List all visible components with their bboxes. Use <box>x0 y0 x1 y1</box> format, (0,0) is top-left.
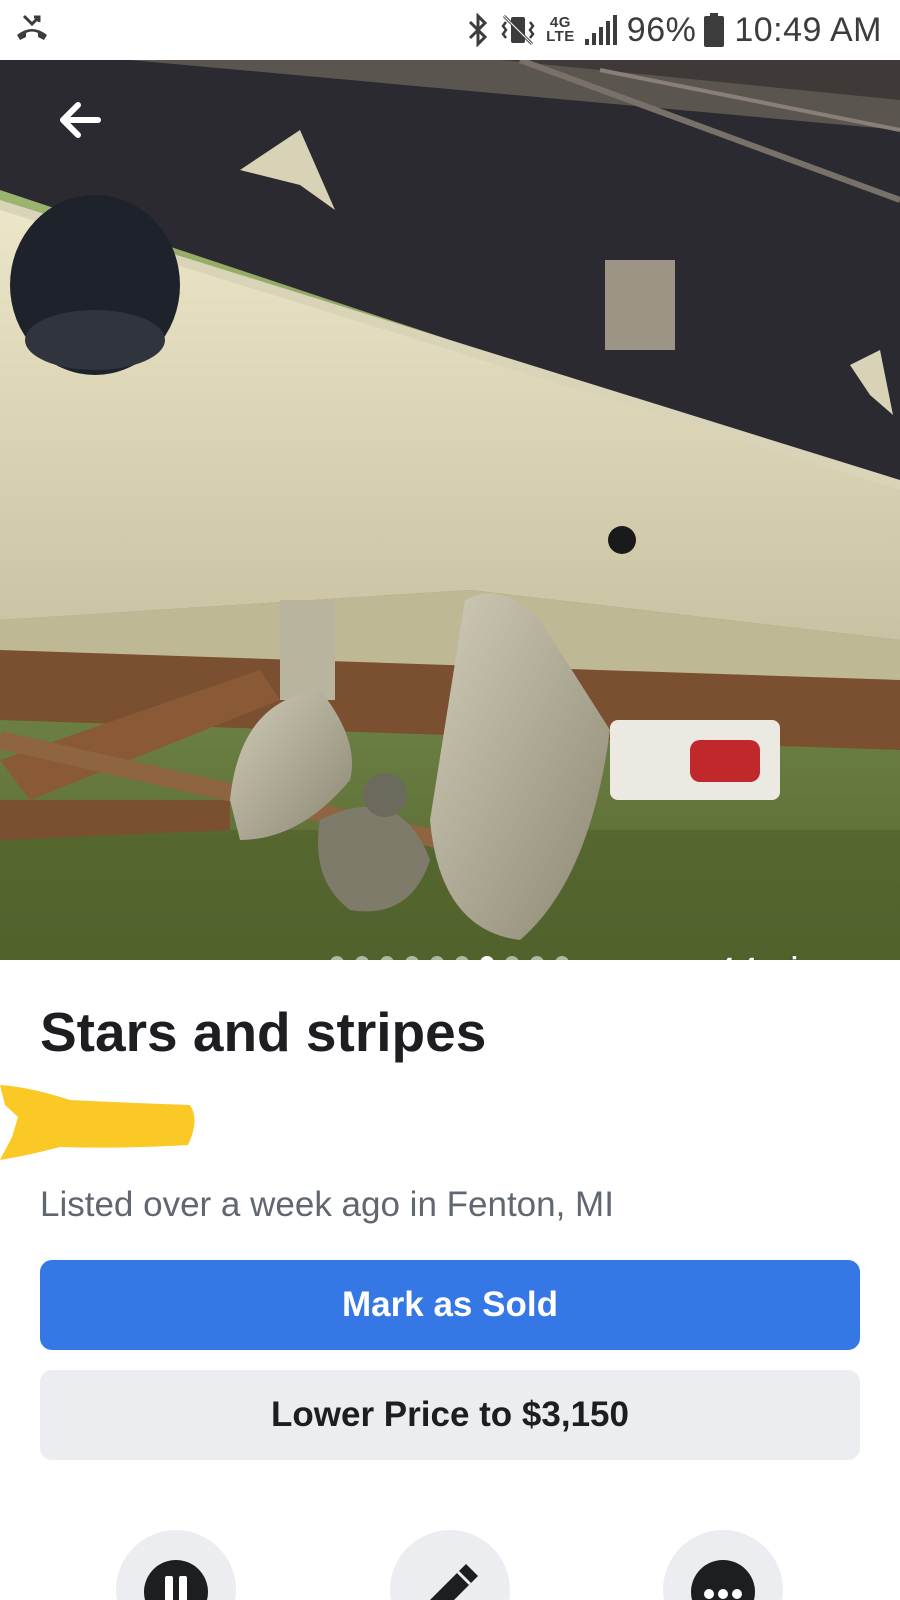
network-type-bottom: LTE <box>546 28 575 45</box>
more-options-button[interactable] <box>663 1530 783 1600</box>
carousel-dot[interactable] <box>330 956 344 960</box>
status-bar: 4G LTE 96% 10:49 AM <box>0 0 900 60</box>
carousel-indicators <box>330 956 569 960</box>
carousel-dot[interactable] <box>355 956 369 960</box>
carousel-dot[interactable] <box>530 956 544 960</box>
missed-call-icon <box>14 13 50 48</box>
listing-meta: Listed over a week ago in Fenton, MI <box>40 1185 614 1224</box>
carousel-dot[interactable] <box>505 956 519 960</box>
carousel-dot[interactable] <box>455 956 469 960</box>
listing-title: Stars and stripes <box>40 1001 487 1063</box>
carousel-dot[interactable] <box>480 956 494 960</box>
listing-photo-carousel[interactable]: 44 views <box>0 60 900 960</box>
listing-page: 4G LTE 96% 10:49 AM Stars and stripes Li… <box>0 0 900 1600</box>
carousel-dot[interactable] <box>405 956 419 960</box>
back-arrow-icon <box>58 101 102 143</box>
listing-photo <box>0 60 900 960</box>
battery-icon <box>704 13 725 47</box>
status-time: 10:49 AM <box>734 10 882 49</box>
back-button[interactable] <box>48 90 112 154</box>
signal-icon <box>584 15 617 45</box>
carousel-dot[interactable] <box>430 956 444 960</box>
network-type: 4G LTE <box>546 15 575 45</box>
vibrate-icon <box>500 13 536 47</box>
pause-icon <box>144 1560 208 1600</box>
view-count: 44 views <box>714 950 870 960</box>
battery-status: 96% <box>627 11 725 50</box>
bluetooth-icon <box>466 13 490 47</box>
edit-icon <box>418 1560 482 1600</box>
carousel-dot[interactable] <box>555 956 569 960</box>
carousel-dot[interactable] <box>380 956 394 960</box>
lower-price-button[interactable]: Lower Price to $3,150 <box>40 1370 860 1460</box>
mark-as-sold-button[interactable]: Mark as Sold <box>40 1260 860 1350</box>
edit-listing-button[interactable] <box>390 1530 510 1600</box>
price-redaction <box>0 1085 195 1160</box>
pause-listing-button[interactable] <box>116 1530 236 1600</box>
more-icon <box>691 1560 755 1600</box>
battery-percent: 96% <box>626 10 697 49</box>
